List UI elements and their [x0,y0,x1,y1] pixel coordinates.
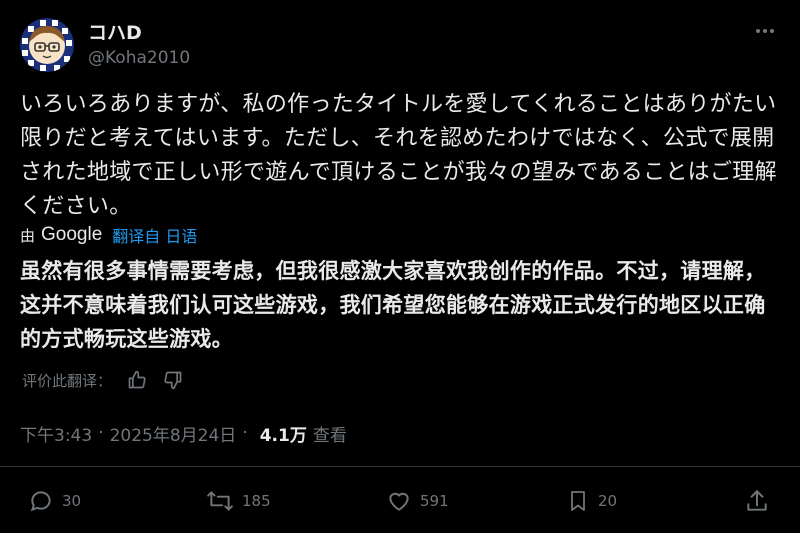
rate-translation-row: 评价此翻译： [22,368,184,392]
meta-separator: · [98,423,104,443]
by-label: 由 [20,226,36,245]
like-button[interactable]: 591 [386,482,449,520]
reply-count: 30 [62,492,82,510]
reply-icon [30,491,51,512]
reply-button[interactable]: 30 [28,482,81,520]
action-bar: 30 185 591 20 [0,482,800,520]
bookmark-count: 20 [598,492,618,510]
translation-attribution: 由 Google 翻译自 日语 [20,222,197,248]
bookmark-button[interactable]: 20 [566,482,617,520]
tweet-time[interactable]: 下午3:43 [20,421,92,446]
divider [0,466,800,467]
bookmark-icon [571,491,585,511]
like-icon [389,492,409,511]
translated-from-link[interactable]: 翻译自 日语 [112,223,197,247]
author-handle[interactable]: @Koha2010 [88,48,190,68]
share-icon [747,490,767,511]
more-icon[interactable] [750,16,780,46]
author-display-name[interactable]: コハD [88,18,142,45]
share-button[interactable] [744,482,778,520]
tweet-text: いろいろありますが、私の作ったタイトルを愛してくれることはありがたい限りだと考え… [20,92,777,219]
avatar[interactable] [20,18,74,72]
tweet-header: コハD @Koha2010 [20,14,780,72]
tweet-date[interactable]: 2025年8月24日 [110,421,237,446]
google-logo: Google [41,224,103,245]
thumbs-down-icon[interactable] [162,369,184,391]
views-count[interactable]: 4.1万 [260,421,307,446]
tweet-meta: 下午3:43 · 2025年8月24日 · 4.1万 查看 [20,420,347,446]
rate-prompt: 评价此翻译： [22,371,113,390]
repost-count: 185 [242,492,271,510]
meta-separator: · [242,423,248,443]
thumbs-up-icon[interactable] [126,369,148,391]
repost-icon [207,491,233,511]
repost-button[interactable]: 185 [206,482,271,520]
like-count: 591 [420,492,449,510]
translated-text: 虽然有很多事情需要考虑，但我很感激大家喜欢我创作的作品。不过，请理解，这并不意味… [20,259,766,351]
views-label: 查看 [312,425,347,446]
